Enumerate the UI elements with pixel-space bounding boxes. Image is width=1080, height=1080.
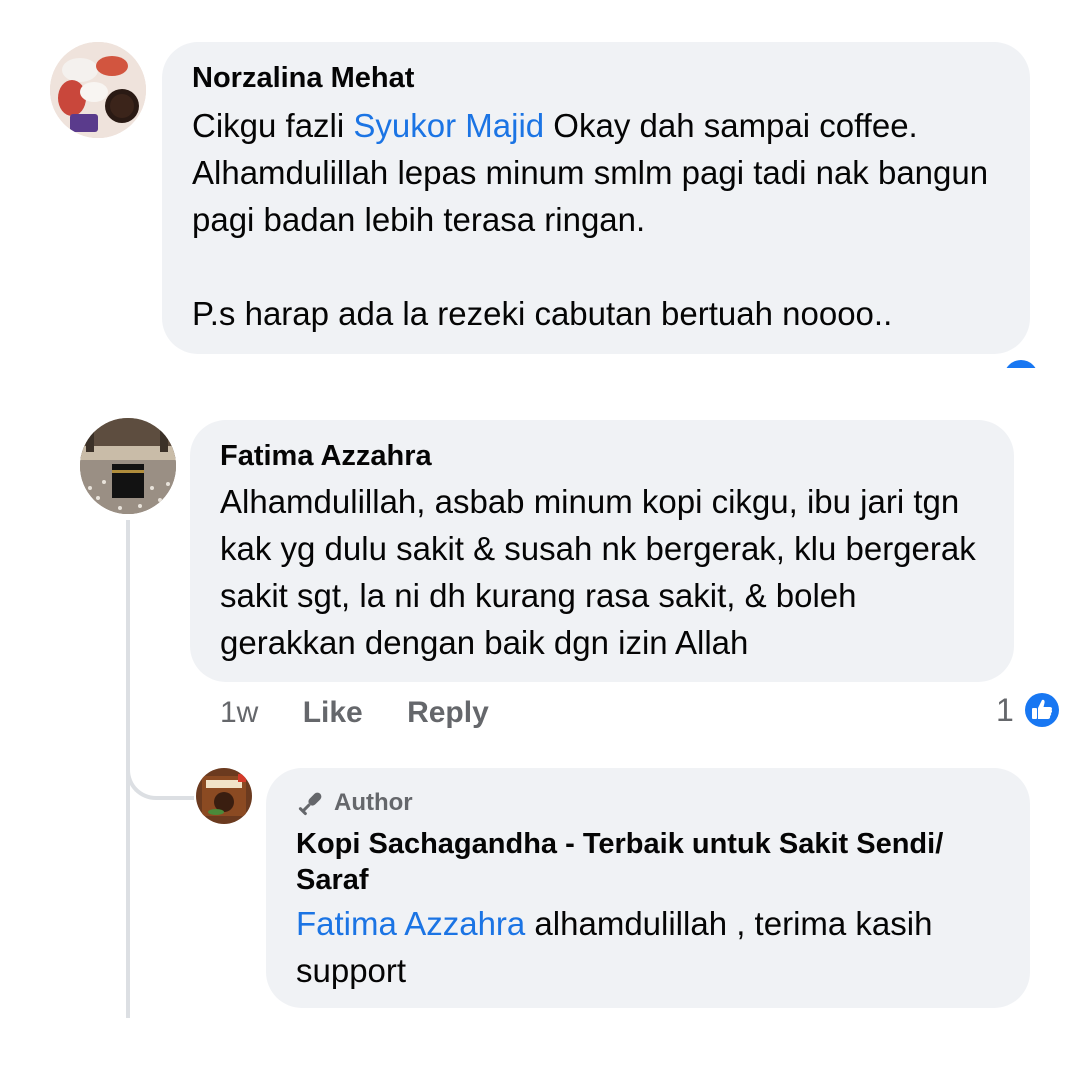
reaction-badge-partial-icon (1004, 360, 1038, 368)
kaaba-photo-icon (80, 418, 176, 514)
avatar-kopi-sachagandha[interactable] (196, 768, 252, 824)
reply-button[interactable]: Reply (407, 696, 489, 729)
comment-bubble-norzalina: Norzalina Mehat Cikgu fazli Syukor Majid… (162, 42, 1030, 354)
thread-line-branch (126, 740, 194, 800)
mention-link[interactable]: Fatima Azzahra (296, 905, 525, 942)
comment-author[interactable]: Kopi Sachagandha - Terbaik untuk Sakit S… (296, 826, 1000, 898)
comment-timestamp[interactable]: 1w (220, 696, 258, 729)
comment-bubble-fatima: Fatima Azzahra Alhamdulillah, asbab minu… (190, 420, 1014, 682)
avatar-norzalina[interactable] (50, 42, 146, 138)
like-button[interactable]: Like (303, 696, 363, 729)
mention-link[interactable]: Syukor Majid (353, 107, 544, 144)
comment-author[interactable]: Norzalina Mehat (192, 60, 1000, 96)
comment-actions: 1w Like Reply (220, 696, 489, 730)
comment-author[interactable]: Fatima Azzahra (220, 438, 984, 474)
author-badge-label: Author (334, 789, 413, 816)
author-badge: Author (296, 788, 1000, 818)
avatar-photo-icon (50, 42, 146, 138)
comment-text: Fatima Azzahra alhamdulillah , terima ka… (296, 900, 1000, 994)
like-reaction-icon[interactable] (1022, 690, 1062, 730)
reaction-count[interactable]: 1 (996, 692, 1014, 729)
comment-bubble-author-reply: Author Kopi Sachagandha - Terbaik untuk … (266, 768, 1030, 1008)
comment-text: Cikgu fazli Syukor Majid Okay dah sampai… (192, 102, 1000, 337)
comment-text: Alhamdulillah, asbab minum kopi cikgu, i… (220, 483, 976, 661)
avatar-fatima[interactable] (80, 418, 176, 514)
coffee-product-icon (196, 768, 252, 824)
comment-text-before: Cikgu fazli (192, 107, 354, 144)
microphone-icon (298, 792, 322, 816)
